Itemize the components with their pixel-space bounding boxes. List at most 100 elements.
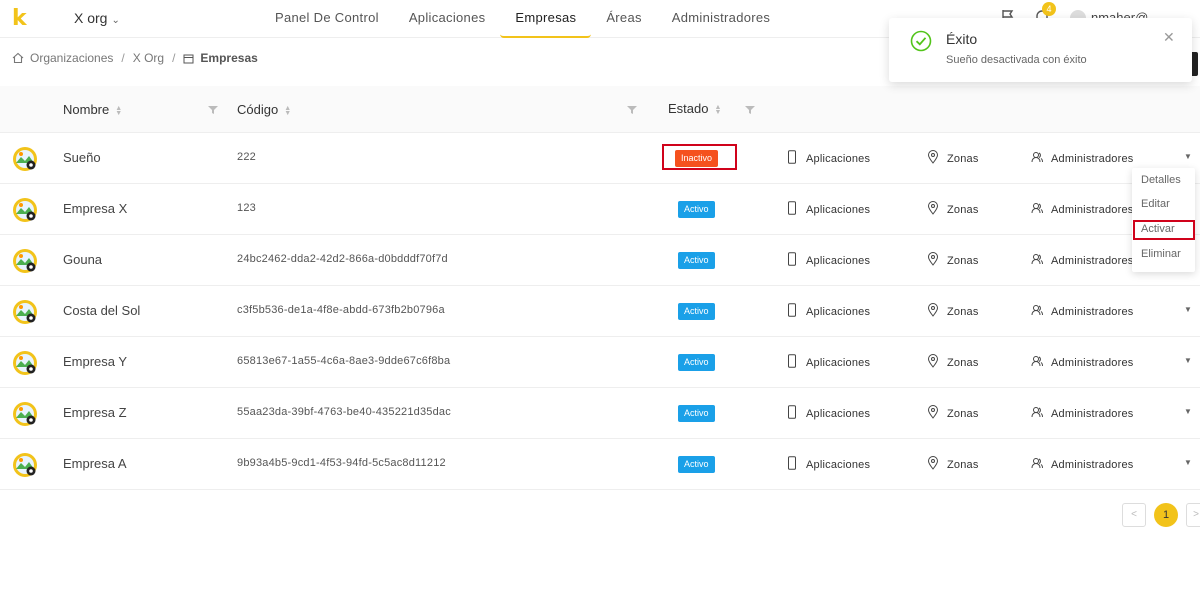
admins-link[interactable]: Administradores	[1031, 354, 1133, 371]
check-circle-icon	[910, 30, 932, 52]
table-row: Empresa Z 55aa23da-39bf-4763-be40-435221d…	[0, 388, 1200, 439]
app-logo[interactable]: k	[12, 6, 27, 31]
applications-link[interactable]: Aplicaciones	[786, 456, 870, 473]
company-name: Empresa Z	[63, 405, 127, 420]
applications-label: Aplicaciones	[806, 407, 871, 420]
applications-label: Aplicaciones	[806, 458, 871, 471]
zones-link[interactable]: Zonas	[927, 201, 979, 218]
breadcrumb-org[interactable]: X Org	[133, 51, 164, 65]
breadcrumb-separator: /	[121, 51, 125, 65]
users-icon	[1031, 405, 1043, 422]
location-pin-icon	[927, 303, 939, 320]
phone-icon	[786, 252, 798, 269]
header-name-label: Nombre	[63, 102, 110, 117]
success-toast: Éxito Sueño desactivada con éxito ✕	[889, 18, 1192, 82]
applications-link[interactable]: Aplicaciones	[786, 405, 870, 422]
admins-label: Administradores	[1051, 254, 1134, 267]
zones-link[interactable]: Zonas	[927, 456, 979, 473]
chevron-down-icon[interactable]: ▼	[1184, 458, 1192, 467]
nav-dashboard[interactable]: Panel De Control	[260, 0, 394, 38]
close-icon[interactable]: ✕	[1163, 29, 1175, 46]
sort-icon[interactable]: ▲ ▼	[115, 105, 122, 117]
header-status-label: Estado	[668, 101, 709, 116]
admins-label: Administradores	[1051, 305, 1134, 318]
company-name: Empresa A	[63, 456, 127, 471]
table-row: Empresa X 123 Activo Aplicaciones Zonas Admin…	[0, 184, 1200, 235]
table-row: Sueño 222 Inactivo Aplicaciones Zonas Adminis…	[0, 133, 1200, 184]
zones-link[interactable]: Zonas	[927, 354, 979, 371]
applications-link[interactable]: Aplicaciones	[786, 150, 870, 167]
admins-link[interactable]: Administradores	[1031, 405, 1133, 422]
nav-admins[interactable]: Administradores	[657, 0, 785, 38]
users-icon	[1031, 303, 1043, 320]
admins-link[interactable]: Administradores	[1031, 252, 1133, 269]
zones-link[interactable]: Zonas	[927, 252, 979, 269]
zones-label: Zonas	[947, 305, 979, 318]
breadcrumb-root[interactable]: Organizaciones	[30, 51, 113, 65]
admins-label: Administradores	[1051, 152, 1134, 165]
location-pin-icon	[927, 201, 939, 218]
table-row: Costa del Sol c3f5b536-de1a-4f8e-abdd-673…	[0, 286, 1200, 337]
breadcrumb-current: Empresas	[200, 51, 258, 65]
company-name: Sueño	[63, 150, 101, 165]
filter-icon[interactable]	[208, 105, 218, 115]
header-name[interactable]: Nombre ▲ ▼	[63, 102, 122, 117]
sort-icon[interactable]: ▲ ▼	[714, 104, 721, 116]
org-selector[interactable]: X org ⌄	[74, 10, 120, 26]
users-icon	[1031, 252, 1043, 269]
admins-label: Administradores	[1051, 407, 1134, 420]
zones-label: Zonas	[947, 356, 979, 369]
company-name: Gouna	[63, 252, 103, 267]
chevron-down-icon[interactable]: ▼	[1184, 152, 1192, 161]
filter-icon[interactable]	[627, 105, 637, 115]
zones-link[interactable]: Zonas	[927, 405, 979, 422]
company-code: 65813e67-1a55-4c6a-8ae3-9dde67c6f8ba	[237, 355, 451, 367]
zones-label: Zonas	[947, 152, 979, 165]
header-code[interactable]: Código ▲ ▼	[237, 102, 291, 117]
phone-icon	[786, 405, 798, 422]
menu-delete[interactable]: Eliminar	[1141, 248, 1181, 260]
zones-label: Zonas	[947, 203, 979, 216]
phone-icon	[786, 150, 798, 167]
breadcrumb-separator: /	[172, 51, 176, 65]
company-code: c3f5b536-de1a-4f8e-abdd-673fb2b0796a	[237, 304, 445, 316]
pagination-next[interactable]: >	[1186, 503, 1200, 527]
header-status[interactable]: Estado ▲ ▼	[668, 101, 721, 116]
pagination-prev[interactable]: <	[1122, 503, 1146, 527]
users-icon	[1031, 456, 1043, 473]
zones-link[interactable]: Zonas	[927, 303, 979, 320]
company-code: 123	[237, 202, 256, 214]
menu-details[interactable]: Detalles	[1141, 174, 1181, 186]
nav-applications[interactable]: Aplicaciones	[394, 0, 501, 38]
pagination-current[interactable]: 1	[1154, 503, 1178, 527]
nav-companies[interactable]: Empresas	[500, 0, 592, 38]
admins-link[interactable]: Administradores	[1031, 456, 1133, 473]
applications-link[interactable]: Aplicaciones	[786, 252, 870, 269]
company-code: 24bc2462-dda2-42d2-866a-d0bdddf70f7d	[237, 253, 448, 265]
company-avatar	[12, 299, 38, 325]
toast-title: Éxito	[946, 31, 978, 47]
table-body: Sueño 222 Inactivo Aplicaciones Zonas Adminis…	[0, 133, 1200, 490]
zones-label: Zonas	[947, 458, 979, 471]
company-avatar	[12, 401, 38, 427]
menu-edit[interactable]: Editar	[1141, 198, 1170, 210]
location-pin-icon	[927, 252, 939, 269]
filter-icon[interactable]	[745, 105, 755, 115]
chevron-down-icon[interactable]: ▼	[1184, 407, 1192, 416]
applications-link[interactable]: Aplicaciones	[786, 303, 870, 320]
company-name: Empresa X	[63, 201, 128, 216]
phone-icon	[786, 201, 798, 218]
applications-link[interactable]: Aplicaciones	[786, 354, 870, 371]
sort-icon[interactable]: ▲ ▼	[284, 105, 291, 117]
chevron-down-icon[interactable]: ▼	[1184, 305, 1192, 314]
admins-link[interactable]: Administradores	[1031, 303, 1133, 320]
chevron-down-icon[interactable]: ▼	[1184, 356, 1192, 365]
zones-link[interactable]: Zonas	[927, 150, 979, 167]
admins-link[interactable]: Administradores	[1031, 150, 1133, 167]
admins-link[interactable]: Administradores	[1031, 201, 1133, 218]
location-pin-icon	[927, 354, 939, 371]
nav-areas[interactable]: Áreas	[591, 0, 656, 38]
company-avatar	[12, 146, 38, 172]
applications-link[interactable]: Aplicaciones	[786, 201, 870, 218]
status-badge: Activo	[678, 303, 715, 320]
